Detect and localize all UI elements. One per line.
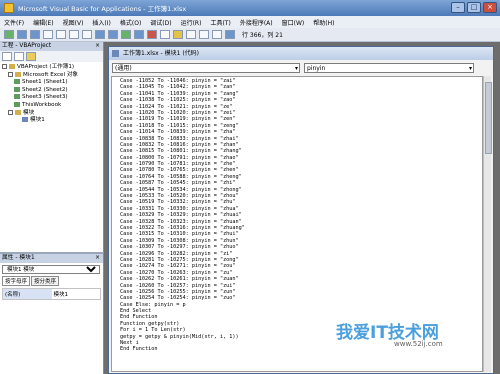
undo-icon[interactable] — [95, 30, 105, 39]
folder-icon — [15, 109, 21, 115]
module-icon — [22, 117, 28, 123]
property-row-name[interactable]: (名称) 模块1 — [2, 288, 101, 300]
sheet-icon — [14, 94, 20, 100]
tree-item-thisworkbook[interactable]: ThisWorkbook — [2, 101, 101, 110]
close-icon[interactable]: × — [95, 42, 103, 51]
design-mode-icon[interactable] — [160, 30, 170, 39]
watermark: 我爱IT技术网 www.52ij.com — [336, 323, 443, 348]
menu-insert[interactable]: 插入(I) — [92, 18, 110, 27]
view-object-icon[interactable] — [14, 52, 24, 61]
property-name: (名称) — [3, 289, 52, 299]
properties-tabs: 按字母序 按分类序 — [2, 276, 101, 286]
run-icon[interactable] — [121, 30, 131, 39]
menu-addins[interactable]: 外接程序(A) — [240, 18, 273, 27]
expander-icon[interactable] — [8, 71, 13, 77]
break-icon[interactable] — [134, 30, 144, 39]
view-code-icon[interactable] — [2, 52, 12, 61]
window-controls: – □ × — [451, 2, 497, 13]
menu-help[interactable]: 帮助(H) — [313, 18, 334, 27]
properties-window-icon[interactable] — [186, 30, 196, 39]
property-value[interactable]: 模块1 — [52, 289, 101, 299]
vba-app-icon — [4, 3, 14, 13]
tree-item-modules[interactable]: 模块 — [2, 109, 101, 118]
code-window-title: 工作簿1.xlsx - 模块1 (代码) — [109, 47, 493, 60]
menu-edit[interactable]: 编辑(E) — [33, 18, 53, 27]
project-explorer-title: 工程 - VBAProject × — [0, 42, 103, 51]
workbook-icon — [14, 101, 20, 107]
menu-tools[interactable]: 工具(T) — [210, 18, 230, 27]
project-tree: VBAProject (工作簿1) Microsoft Excel 对象 She… — [0, 62, 103, 127]
tree-item-excel-objects[interactable]: Microsoft Excel 对象 — [2, 71, 101, 80]
menu-file[interactable]: 文件(F) — [4, 18, 24, 27]
standard-toolbar: 行 366，列 21 — [0, 28, 500, 42]
cursor-position: 行 366，列 21 — [242, 32, 283, 39]
maximize-button[interactable]: □ — [467, 2, 481, 13]
tree-item-vbaproject[interactable]: VBAProject (工作簿1) — [2, 64, 101, 72]
code-combos: (通用) pinyin — [109, 60, 493, 75]
find-icon[interactable] — [82, 30, 92, 39]
folder-icon — [15, 71, 21, 77]
minimize-button[interactable]: – — [451, 2, 465, 13]
project-explorer-icon[interactable] — [173, 30, 183, 39]
window-title: Microsoft Visual Basic for Applications … — [18, 5, 187, 13]
tab-alphabetic[interactable]: 按字母序 — [2, 276, 31, 286]
help-icon[interactable] — [225, 30, 235, 39]
view-excel-icon[interactable] — [4, 30, 14, 39]
object-combo[interactable]: (通用) — [112, 62, 300, 73]
sheet-icon — [14, 79, 20, 85]
object-browser-icon[interactable] — [199, 30, 209, 39]
menu-view[interactable]: 视图(V) — [63, 18, 84, 27]
menu-bar: 文件(F) 编辑(E) 视图(V) 插入(I) 格式(O) 调试(D) 运行(R… — [0, 16, 500, 28]
close-button[interactable]: × — [483, 2, 497, 13]
toolbox-icon[interactable] — [212, 30, 222, 39]
properties-window: 属性 - 模块1 × 模块1 模块 按字母序 按分类序 (名称) 模块1 — [0, 252, 104, 374]
sheet-icon — [14, 86, 20, 92]
vertical-scrollbar[interactable] — [483, 76, 492, 372]
save-icon[interactable] — [30, 30, 40, 39]
tree-item-sheet3[interactable]: Sheet3 (Sheet3) — [2, 94, 101, 102]
insert-module-icon[interactable] — [17, 30, 27, 39]
expander-icon[interactable] — [8, 109, 13, 115]
menu-window[interactable]: 窗口(W) — [282, 18, 305, 27]
project-icon — [9, 64, 15, 69]
menu-run[interactable]: 运行(R) — [181, 18, 202, 27]
title-bar: Microsoft Visual Basic for Applications … — [0, 0, 500, 16]
menu-format[interactable]: 格式(O) — [120, 18, 141, 27]
tree-item-sheet2[interactable]: Sheet2 (Sheet2) — [2, 86, 101, 95]
expander-icon[interactable] — [2, 64, 7, 69]
close-icon[interactable]: × — [95, 254, 103, 263]
tab-categorized[interactable]: 按分类序 — [31, 276, 60, 286]
project-toolbar — [0, 51, 103, 62]
copy-icon[interactable] — [56, 30, 66, 39]
reset-icon[interactable] — [147, 30, 157, 39]
project-explorer: 工程 - VBAProject × VBAProject (工作簿1) Micro… — [0, 42, 104, 252]
procedure-combo[interactable]: pinyin — [304, 62, 474, 73]
redo-icon[interactable] — [108, 30, 118, 39]
tree-item-sheet1[interactable]: Sheet1 (Sheet1) — [2, 79, 101, 87]
cut-icon[interactable] — [43, 30, 53, 39]
toggle-folders-icon[interactable] — [26, 52, 36, 61]
menu-debug[interactable]: 调试(D) — [150, 18, 171, 27]
paste-icon[interactable] — [69, 30, 79, 39]
properties-title: 属性 - 模块1 × — [0, 254, 103, 263]
object-select[interactable]: 模块1 模块 — [2, 265, 100, 274]
tree-item-module1[interactable]: 模块1 — [2, 117, 101, 125]
